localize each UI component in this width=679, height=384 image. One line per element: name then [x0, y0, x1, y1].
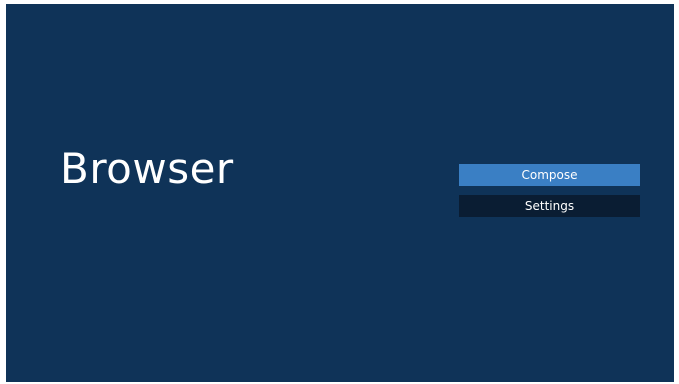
app-title: Browser — [60, 144, 234, 193]
settings-button[interactable]: Settings — [459, 195, 640, 217]
compose-button[interactable]: Compose — [459, 164, 640, 186]
main-menu: Compose Settings — [459, 164, 640, 226]
app-screen: Browser Compose Settings — [6, 4, 674, 382]
